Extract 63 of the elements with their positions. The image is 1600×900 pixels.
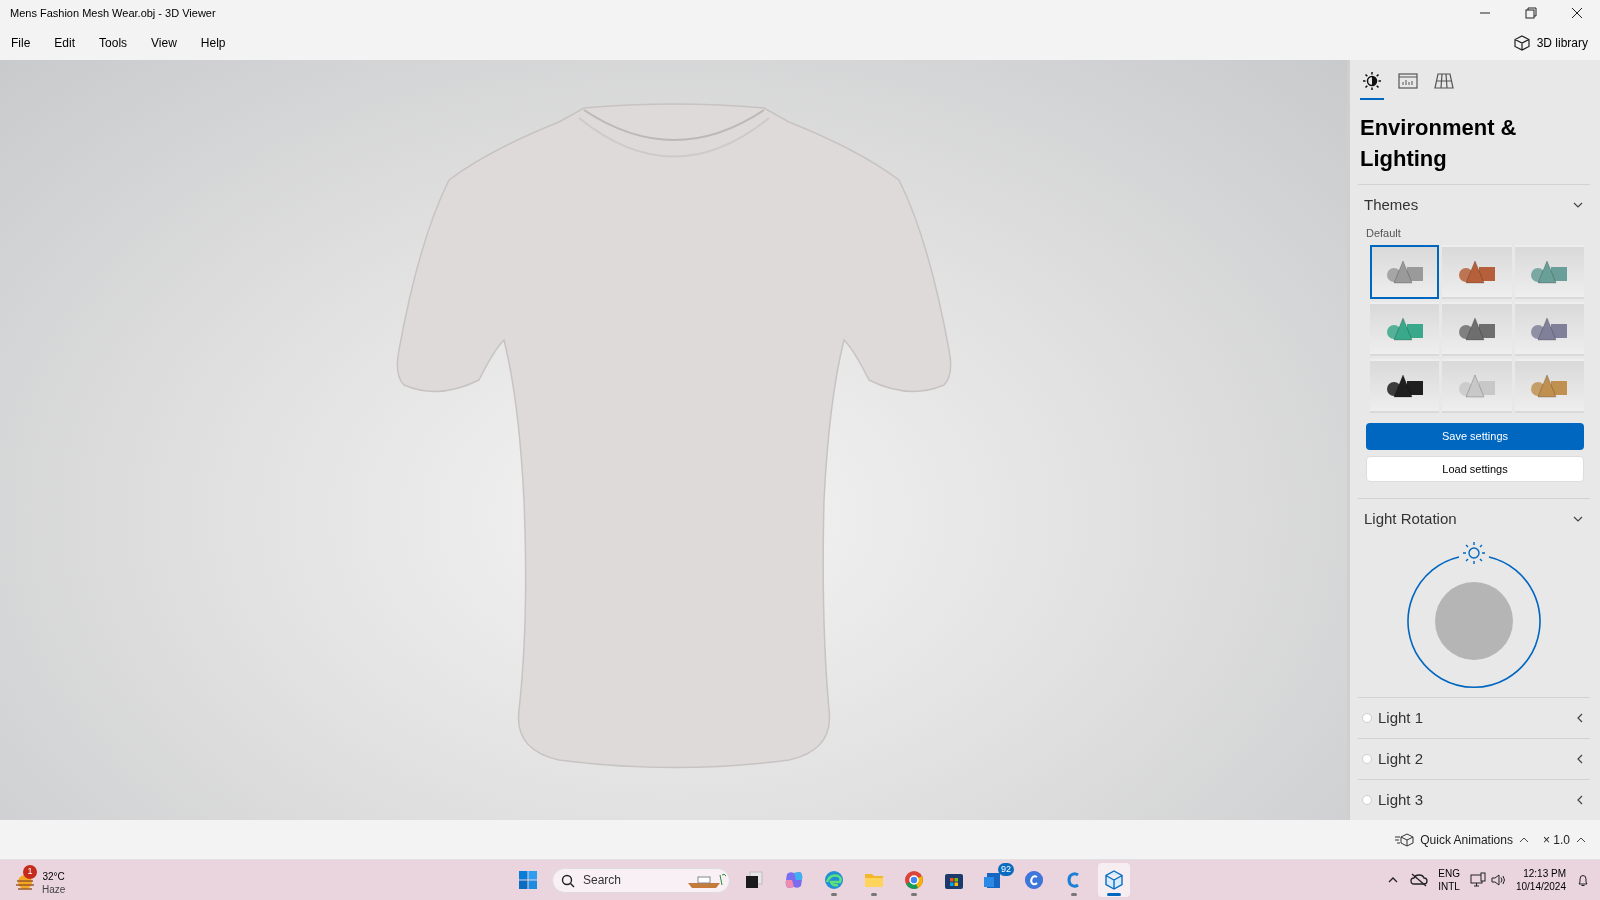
language-label: ENG [1438, 867, 1460, 880]
caret-up-icon [1518, 835, 1529, 844]
theme-swatch[interactable] [1370, 359, 1440, 414]
menu-item[interactable]: Help [191, 30, 235, 56]
light-row[interactable]: Light 1 [1358, 697, 1590, 738]
menu-item[interactable]: Tools [90, 30, 137, 56]
light-toggle[interactable] [1362, 713, 1372, 723]
weather-condition: Haze [42, 883, 66, 896]
theme-swatch[interactable] [1514, 245, 1584, 300]
window-title: Mens Fashion Mesh Wear.obj - 3D Viewer [9, 5, 216, 21]
caret-up-icon [1576, 835, 1586, 844]
network-icon[interactable] [1469, 872, 1486, 888]
save-settings-button[interactable]: Save settings [1366, 423, 1584, 451]
cube-icon [1512, 34, 1531, 52]
theme-swatch[interactable] [1370, 302, 1440, 357]
cube-icon [1102, 868, 1126, 892]
app-icon [1022, 868, 1046, 892]
animation-icon [1394, 832, 1415, 847]
volume-icon[interactable] [1489, 872, 1506, 888]
weather-widget[interactable]: 1 32°C Haze [14, 862, 66, 898]
light-label: Light 3 [1378, 789, 1424, 810]
rotation-header[interactable]: Light Rotation [1358, 498, 1590, 539]
light-toggle[interactable] [1362, 754, 1372, 764]
section-title: Themes [1364, 194, 1419, 215]
theme-swatch[interactable] [1370, 245, 1440, 300]
panel-heading: Environment & Lighting [1359, 114, 1518, 173]
theme-swatch[interactable] [1514, 302, 1584, 357]
light-label: Light 1 [1378, 707, 1424, 728]
theme-swatch[interactable] [1442, 302, 1512, 357]
language-label: INTL [1438, 880, 1460, 893]
theme-swatch[interactable] [1514, 359, 1584, 414]
start-icon [516, 868, 540, 892]
sun-icon [1360, 70, 1384, 92]
search-icon [561, 873, 575, 888]
temperature: 32°C [42, 870, 66, 883]
speed-button[interactable]: × 1.0 [1542, 830, 1586, 849]
cloud-off-icon[interactable] [1410, 873, 1429, 887]
theme-swatch[interactable] [1442, 359, 1512, 414]
theme-swatch[interactable] [1442, 245, 1512, 300]
light-label: Light 2 [1378, 748, 1424, 769]
time-label: 12:13 PM [1523, 867, 1566, 880]
menu-item[interactable]: Edit [45, 30, 85, 56]
quick-animations-button[interactable]: Quick Animations [1394, 830, 1529, 849]
menu-item[interactable]: View [142, 30, 186, 56]
themes-header[interactable]: Themes [1358, 184, 1590, 225]
section-title: Light Rotation [1364, 508, 1457, 529]
search-field[interactable]: Search [552, 867, 730, 893]
browser-icon [902, 868, 926, 892]
menu-item[interactable]: File [2, 30, 40, 56]
grid-icon [1432, 70, 1456, 92]
browser-icon [822, 868, 846, 892]
clock[interactable]: 12:13 PM 10/14/2024 [1515, 867, 1566, 893]
chart-icon [1396, 70, 1420, 92]
language-indicator[interactable]: ENG INTL [1438, 867, 1460, 893]
date-label: 10/14/2024 [1515, 880, 1566, 893]
count-badge: 92 [998, 863, 1014, 876]
light-row[interactable]: Light 2 [1358, 738, 1590, 779]
load-settings-button[interactable]: Load settings [1366, 456, 1584, 483]
notification-badge: 1 [23, 865, 37, 879]
theme-label: Default [1365, 225, 1402, 241]
library-button[interactable]: 3D library [1512, 34, 1588, 52]
bell-icon[interactable] [1576, 873, 1590, 887]
light-toggle[interactable] [1362, 795, 1372, 805]
